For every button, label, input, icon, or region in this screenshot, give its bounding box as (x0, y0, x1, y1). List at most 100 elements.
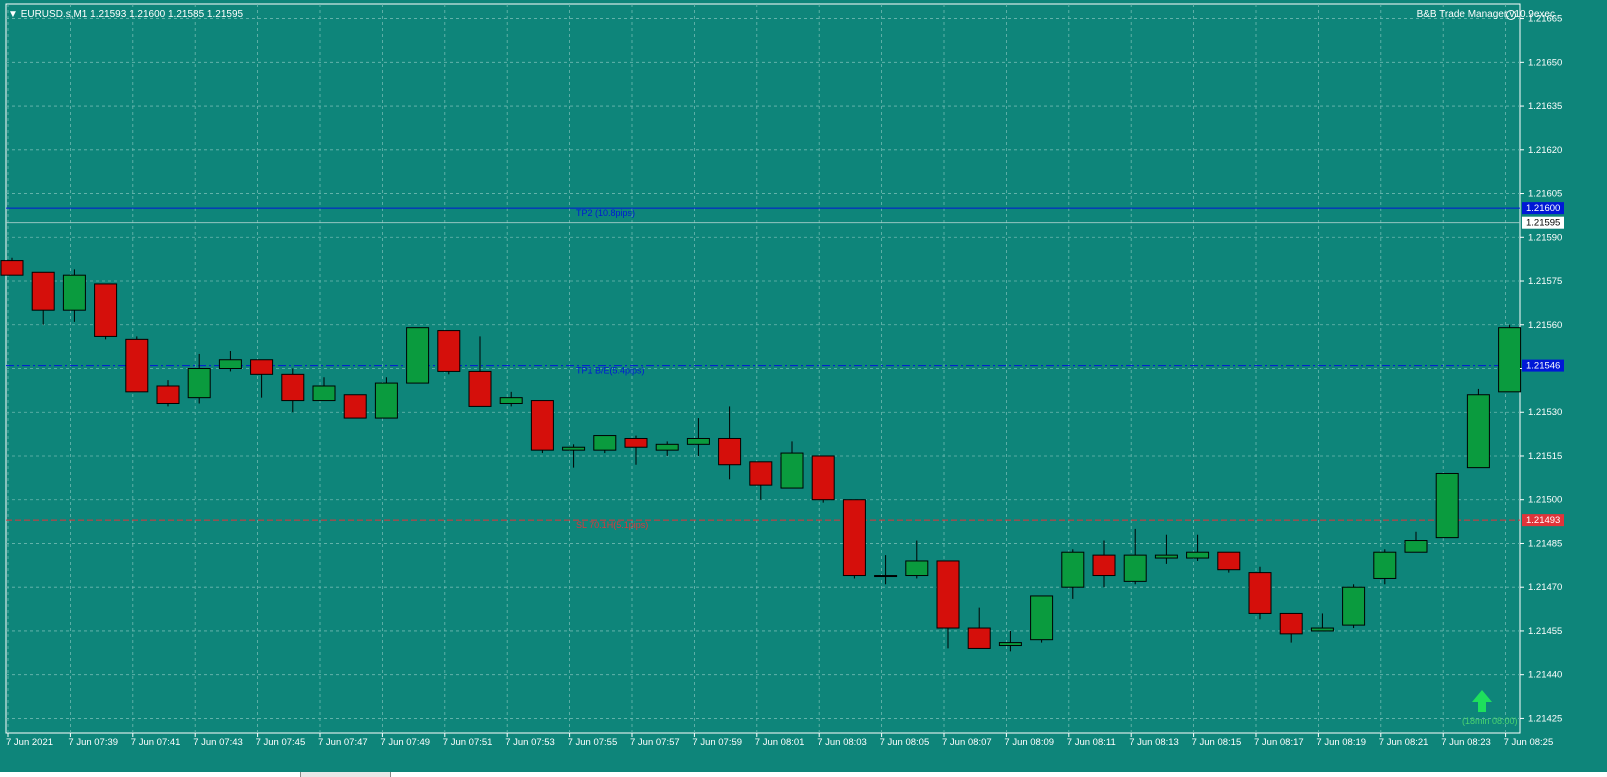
candle-body (1154, 554, 1178, 559)
candle-body (374, 382, 398, 419)
candle-body (468, 370, 492, 407)
candle-body (1279, 612, 1303, 635)
symbol-header: ▼ EURUSD.s,M1 1.21593 1.21600 1.21585 1.… (8, 9, 243, 20)
y-tick-label: 1.21470 (1528, 582, 1562, 593)
y-tick-label: 1.21500 (1528, 495, 1562, 506)
candle-body (1466, 394, 1490, 469)
y-tick-label: 1.21425 (1528, 713, 1562, 724)
candle-body (1498, 327, 1522, 393)
x-tick-label: 7 Jun 08:19 (1316, 737, 1366, 748)
x-tick-label: 7 Jun 07:39 (68, 737, 118, 748)
x-tick-label: 7 Jun 08:15 (1192, 737, 1242, 748)
candle-body (312, 385, 336, 402)
candlestick-chart[interactable]: TP2 (10.8pips) TP1 B/E(5.4pips) SL 70.1H(5… (0, 0, 1607, 777)
x-tick-label: 7 Jun 08:07 (942, 737, 992, 748)
dropdown-triangle-icon[interactable]: ▼ (8, 9, 18, 20)
x-tick-label: 7 Jun 07:53 (505, 737, 555, 748)
candle-body (125, 338, 149, 393)
y-tick-label: 1.21635 (1528, 101, 1562, 112)
y-tick-label: 1.21530 (1528, 407, 1562, 418)
symbol-ohlc-text: EURUSD.s,M1 1.21593 1.21600 1.21585 1.21… (20, 9, 244, 20)
candle-body (406, 327, 430, 384)
ea-name: B&B Trade Manager.v10.9exec (1416, 9, 1555, 20)
candle-body (1186, 551, 1210, 559)
candle-body (718, 437, 742, 466)
candle-body (1342, 586, 1366, 626)
candle-body (1248, 572, 1272, 614)
candle-body (281, 373, 305, 402)
candle-body (1217, 551, 1241, 571)
x-tick-label: 7 Jun 08:03 (817, 737, 867, 748)
bottom-tab-right[interactable] (390, 772, 1607, 777)
bottom-tab-left[interactable] (0, 772, 301, 777)
bid-tag-label: 1.21595 (1526, 218, 1560, 229)
candle-body (156, 385, 180, 404)
candle-body (842, 499, 866, 577)
x-tick-label: 7 Jun 08:11 (1067, 737, 1116, 748)
y-tick-label: 1.21575 (1528, 276, 1562, 287)
x-tick-label: 7 Jun 08:05 (880, 737, 930, 748)
x-tick-label: 7 Jun 07:43 (193, 737, 243, 748)
candle-body (437, 330, 461, 372)
x-tick-label: 7 Jun 2021 (6, 737, 53, 748)
candle-body (1061, 551, 1085, 588)
chart-background (0, 0, 1607, 777)
price-level-name: SL 70.1H(5.1pips) (576, 520, 648, 530)
candle-body (1123, 554, 1147, 582)
x-tick-label: 7 Jun 08:09 (1004, 737, 1054, 748)
candle-body (593, 435, 617, 451)
candle-body (218, 359, 242, 370)
x-tick-label: 7 Jun 07:45 (256, 737, 306, 748)
x-tick-label: 7 Jun 08:25 (1504, 737, 1554, 748)
candle-body (811, 455, 835, 501)
candle-body (936, 560, 960, 629)
timer-annotation: (18min 08:00) (1462, 716, 1518, 726)
price-tag-label: 1.21546 (1526, 361, 1560, 372)
candle-body (874, 575, 898, 578)
candle-body (94, 283, 118, 337)
y-tick-label: 1.21485 (1528, 538, 1562, 549)
candle-body (905, 560, 929, 577)
candle-body (780, 452, 804, 489)
x-tick-label: 7 Jun 08:13 (1129, 737, 1179, 748)
x-tick-label: 7 Jun 08:17 (1254, 737, 1304, 748)
candle-body (562, 446, 586, 451)
x-tick-label: 7 Jun 08:23 (1441, 737, 1491, 748)
candle-body (1373, 551, 1397, 579)
y-tick-label: 1.21560 (1528, 320, 1562, 331)
candle-body (1435, 472, 1459, 539)
expert-advisor-label: B&B Trade Manager.v10.9exec (1417, 9, 1555, 20)
candle-body (31, 271, 55, 311)
candle-body (686, 437, 710, 445)
candle-body (187, 368, 211, 399)
y-tick-label: 1.21590 (1528, 232, 1562, 243)
x-tick-label: 7 Jun 07:55 (568, 737, 618, 748)
price-tag-label: 1.21600 (1526, 203, 1560, 214)
price-level-name: TP2 (10.8pips) (576, 208, 635, 218)
candle-body (499, 397, 523, 404)
price-tag-label: 1.21493 (1526, 515, 1560, 526)
candle-body (1310, 627, 1334, 632)
candle-body (624, 437, 648, 448)
candle-body (0, 260, 24, 276)
x-tick-label: 7 Jun 07:41 (131, 737, 181, 748)
candle-body (998, 642, 1022, 647)
candle-body (1404, 540, 1428, 553)
candle-body (1030, 595, 1054, 641)
y-tick-label: 1.21650 (1528, 57, 1562, 68)
candle-body (655, 443, 679, 451)
candle-body (749, 461, 773, 486)
x-tick-label: 7 Jun 07:51 (443, 737, 493, 748)
y-tick-label: 1.21515 (1528, 451, 1562, 462)
candle-body (1092, 554, 1116, 577)
candle-body (343, 394, 367, 419)
price-level-name: TP1 B/E(5.4pips) (576, 366, 645, 376)
candle-body (250, 359, 274, 375)
y-tick-label: 1.21440 (1528, 670, 1562, 681)
x-tick-label: 7 Jun 07:59 (692, 737, 742, 748)
y-tick-label: 1.21605 (1528, 189, 1562, 200)
x-tick-label: 7 Jun 07:57 (630, 737, 680, 748)
candle-body (62, 274, 86, 311)
candle-body (530, 400, 554, 451)
x-tick-label: 7 Jun 07:49 (380, 737, 430, 748)
